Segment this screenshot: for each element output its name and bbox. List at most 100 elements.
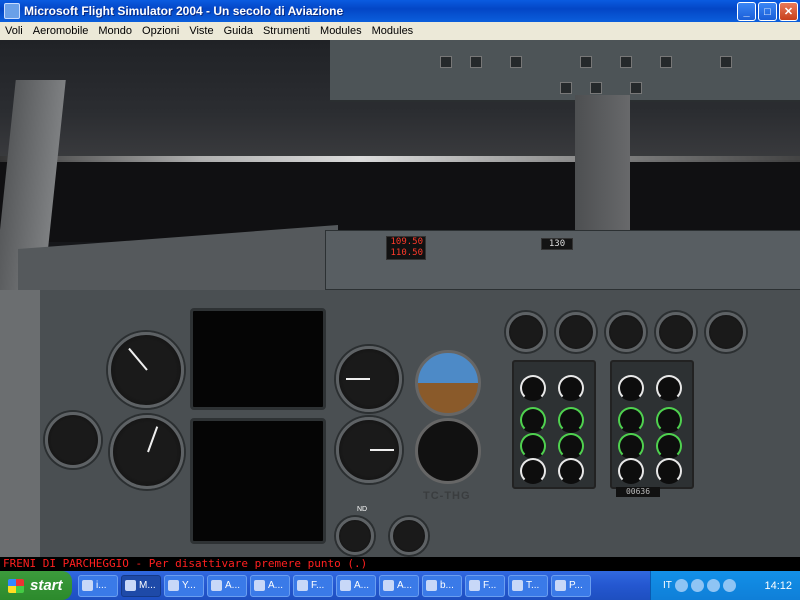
engine-gauge bbox=[520, 458, 546, 484]
tray-icon[interactable] bbox=[722, 579, 736, 592]
language-indicator[interactable]: IT bbox=[663, 580, 672, 591]
app-icon bbox=[168, 580, 179, 591]
task-button[interactable]: b... bbox=[422, 574, 462, 597]
overhead-switch[interactable] bbox=[620, 56, 632, 68]
task-button[interactable]: P... bbox=[551, 574, 591, 597]
engine-gauge bbox=[520, 407, 546, 433]
windows-flag-icon bbox=[8, 578, 24, 593]
overhead-switch[interactable] bbox=[630, 82, 642, 94]
standby-gauge bbox=[45, 412, 101, 468]
pfd-screen bbox=[190, 308, 326, 410]
nd-knob-label: ND bbox=[357, 506, 368, 513]
task-button[interactable]: A... bbox=[207, 574, 247, 597]
autopilot-value-bottom: 110.50 bbox=[390, 248, 423, 258]
attitude-indicator bbox=[415, 350, 481, 416]
menu-opzioni[interactable]: Opzioni bbox=[137, 25, 184, 37]
left-sidewall bbox=[0, 290, 40, 557]
small-gauge bbox=[390, 517, 428, 555]
heading-display: 130 bbox=[541, 238, 573, 250]
app-icon bbox=[426, 580, 437, 591]
app-icon bbox=[211, 580, 222, 591]
menu-viste[interactable]: Viste bbox=[184, 25, 218, 37]
menu-guida[interactable]: Guida bbox=[219, 25, 258, 37]
app-icon bbox=[297, 580, 308, 591]
menu-modules[interactable]: Modules bbox=[315, 25, 367, 37]
task-button-active[interactable]: M... bbox=[121, 574, 161, 597]
engine-gauge bbox=[520, 375, 546, 401]
app-icon bbox=[383, 580, 394, 591]
menu-voli[interactable]: Voli bbox=[0, 25, 28, 37]
menu-strumenti[interactable]: Strumenti bbox=[258, 25, 315, 37]
tray-icon[interactable] bbox=[674, 579, 688, 592]
taskbar: start i... M... Y... A... A... F... A...… bbox=[0, 571, 800, 600]
nd-screen bbox=[190, 418, 326, 544]
menu-mondo[interactable]: Mondo bbox=[93, 25, 137, 37]
engine-gauge bbox=[618, 458, 644, 484]
engine-gauge bbox=[558, 375, 584, 401]
engine-gauge bbox=[618, 375, 644, 401]
overhead-switch[interactable] bbox=[720, 56, 732, 68]
start-button[interactable]: start bbox=[0, 571, 72, 600]
task-button[interactable]: A... bbox=[336, 574, 376, 597]
engine-gauge-top bbox=[506, 312, 546, 352]
engine-gauge bbox=[656, 458, 682, 484]
menu-modules-2[interactable]: Modules bbox=[367, 25, 419, 37]
menu-aeromobile[interactable]: Aeromobile bbox=[28, 25, 94, 37]
task-button[interactable]: Y... bbox=[164, 574, 204, 597]
task-button[interactable]: F... bbox=[293, 574, 333, 597]
start-label: start bbox=[30, 577, 63, 594]
registration-label: TC-THG bbox=[423, 490, 471, 502]
engine-gauge-top bbox=[656, 312, 696, 352]
engine-gauge-top bbox=[606, 312, 646, 352]
tray-icon[interactable] bbox=[706, 579, 720, 592]
engine-gauge bbox=[558, 433, 584, 459]
task-button[interactable]: i... bbox=[78, 574, 118, 597]
overhead-switch[interactable] bbox=[560, 82, 572, 94]
system-tray: IT 14:12 bbox=[650, 571, 800, 600]
maximize-button[interactable]: □ bbox=[758, 2, 777, 21]
fuel-counter: 00636 bbox=[616, 487, 660, 497]
overhead-switch[interactable] bbox=[580, 56, 592, 68]
close-button[interactable]: ✕ bbox=[779, 2, 798, 21]
app-icon bbox=[555, 580, 566, 591]
engine-gauge bbox=[558, 407, 584, 433]
menu-bar: Voli Aeromobile Mondo Opzioni Viste Guid… bbox=[0, 22, 800, 41]
task-button[interactable]: T... bbox=[508, 574, 548, 597]
overhead-panel[interactable] bbox=[330, 40, 800, 102]
autopilot-value-top: 109.50 bbox=[390, 237, 423, 247]
window-title: Microsoft Flight Simulator 2004 - Un sec… bbox=[24, 4, 344, 18]
overhead-switch[interactable] bbox=[440, 56, 452, 68]
task-button[interactable]: A... bbox=[379, 574, 419, 597]
app-icon bbox=[125, 580, 136, 591]
engine-gauge bbox=[656, 433, 682, 459]
hsi-gauge bbox=[415, 418, 481, 484]
window-titlebar[interactable]: Microsoft Flight Simulator 2004 - Un sec… bbox=[0, 0, 800, 22]
app-icon bbox=[340, 580, 351, 591]
engine-gauge bbox=[520, 433, 546, 459]
altimeter bbox=[336, 346, 402, 412]
task-button[interactable]: A... bbox=[250, 574, 290, 597]
status-message: FRENI DI PARCHEGGIO - Per disattivare pr… bbox=[0, 557, 800, 571]
engine-gauge bbox=[656, 375, 682, 401]
vertical-speed-indicator bbox=[336, 417, 402, 483]
task-list: i... M... Y... A... A... F... A... A... … bbox=[78, 574, 591, 597]
autopilot-display: 109.50 110.50 bbox=[386, 236, 426, 260]
task-button[interactable]: F... bbox=[465, 574, 505, 597]
heading-indicator bbox=[110, 415, 184, 489]
minimize-button[interactable]: _ bbox=[737, 2, 756, 21]
app-icon bbox=[254, 580, 265, 591]
cockpit-view[interactable]: 109.50 110.50 130 00636 TC-THG ND bbox=[0, 40, 800, 557]
tray-icon[interactable] bbox=[690, 579, 704, 592]
app-icon bbox=[512, 580, 523, 591]
engine-gauge bbox=[656, 407, 682, 433]
overhead-switch[interactable] bbox=[510, 56, 522, 68]
overhead-switch[interactable] bbox=[470, 56, 482, 68]
overhead-switch[interactable] bbox=[590, 82, 602, 94]
engine-gauge bbox=[618, 407, 644, 433]
engine-gauge-top bbox=[706, 312, 746, 352]
app-icon bbox=[469, 580, 480, 591]
overhead-switch[interactable] bbox=[660, 56, 672, 68]
small-gauge bbox=[336, 517, 374, 555]
windshield-pillar-center bbox=[575, 95, 630, 245]
app-icon bbox=[4, 3, 20, 19]
